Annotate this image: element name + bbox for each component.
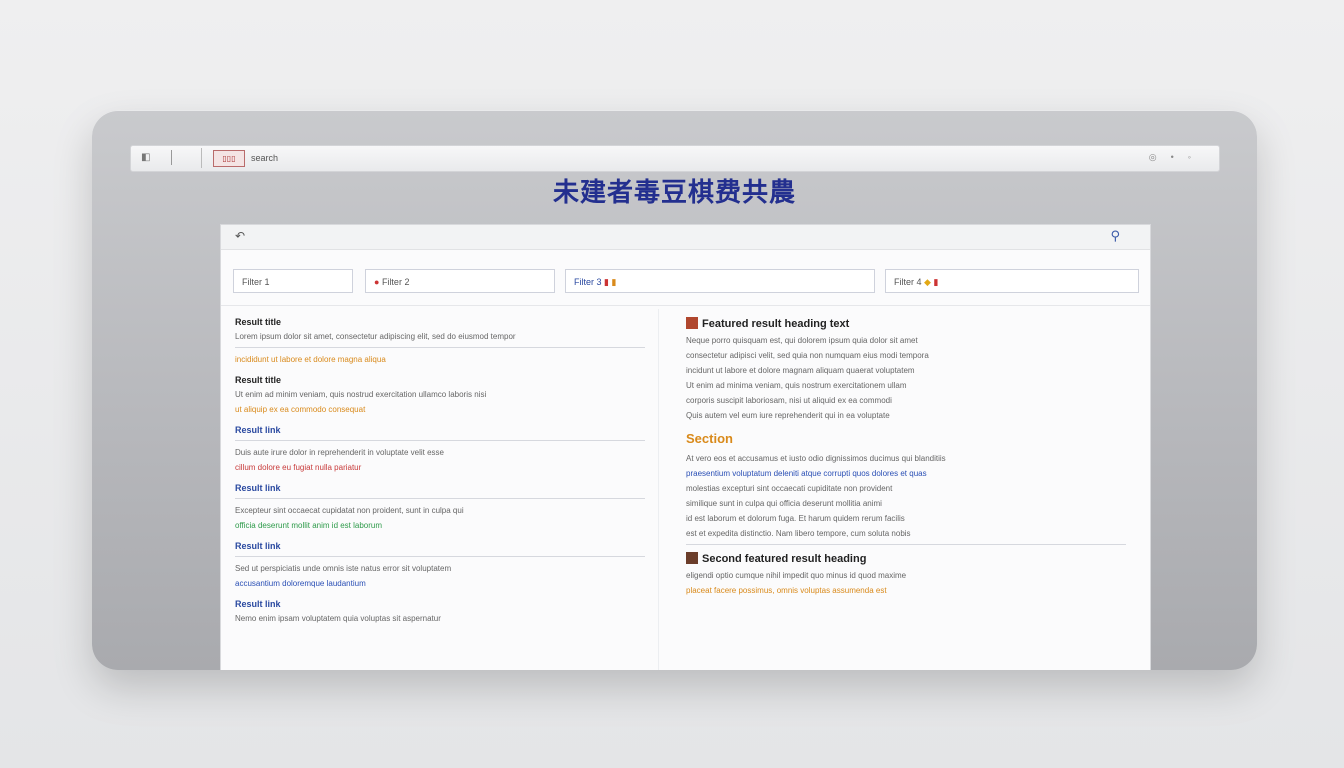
section-line: similique sunt in culpa qui officia dese… (686, 499, 882, 508)
section-line: praesentium voluptatum deleniti atque co… (686, 469, 927, 478)
search-bar: ↶ ⚲ (221, 225, 1150, 250)
divider (686, 544, 1126, 545)
tab-icon[interactable]: ◧ (141, 152, 150, 163)
card-line: Ut enim ad minima veniam, quis nostrum e… (686, 381, 907, 390)
page-title: 未建者毒豆棋费共農 (552, 178, 796, 208)
filter-label: Filter 4 (894, 277, 922, 287)
stage: ◧ ▯▯▯ search ◎•◦ 未建者毒豆棋费共農 ↶ ⚲ Filter 1 … (0, 0, 1344, 768)
circle-icon[interactable]: ◎ (1149, 152, 1171, 163)
filter-field[interactable]: Filter 1 (233, 269, 353, 293)
filter-divider (221, 305, 1150, 306)
results-list: Result title Lorem ipsum dolor sit amet,… (235, 317, 645, 634)
result-snippet: Lorem ipsum dolor sit amet, consectetur … (235, 332, 516, 341)
result-meta: officia deserunt mollit anim id est labo… (235, 521, 383, 530)
card-title[interactable]: Second featured result heading (686, 552, 1126, 565)
window-controls: ◎•◦ (1149, 152, 1205, 163)
result-snippet: Ut enim ad minim veniam, quis nostrud ex… (235, 390, 487, 399)
result-title[interactable]: Result title (235, 375, 645, 385)
card-line: placeat facere possimus, omnis voluptas … (686, 586, 887, 595)
filter-marker: ▮ (604, 277, 609, 287)
section-heading: Section (686, 431, 733, 446)
result-title[interactable]: Result link (235, 541, 645, 551)
list-item[interactable]: Result link Excepteur sint occaecat cupi… (235, 483, 645, 531)
divider (235, 556, 645, 557)
card-title-text: Second featured result heading (702, 553, 867, 565)
thumbnail-icon (686, 552, 698, 564)
card-line: consectetur adipisci velit, sed quia non… (686, 351, 929, 360)
toolbar-divider (201, 148, 202, 168)
result-title[interactable]: Result title (235, 317, 645, 327)
section-line: id est laborum et dolorum fuga. Et harum… (686, 514, 905, 523)
dot-icon[interactable]: • (1171, 152, 1188, 162)
filter-marker: ◆ (924, 277, 931, 287)
filter-marker: ● (374, 277, 382, 287)
filter-label: Filter 3 (574, 277, 602, 287)
result-meta: ut aliquip ex ea commodo consequat (235, 405, 366, 414)
result-title[interactable]: Result link (235, 483, 645, 493)
list-item[interactable]: Result link Duis aute irure dolor in rep… (235, 425, 645, 473)
card-line: Neque porro quisquam est, qui dolorem ip… (686, 336, 918, 345)
section-line: At vero eos et accusamus et iusto odio d… (686, 454, 946, 463)
filter-field[interactable]: Filter 3 ▮ ▮ (565, 269, 875, 293)
result-title[interactable]: Result link (235, 425, 645, 435)
divider (235, 498, 645, 499)
address-bar[interactable]: search (251, 153, 278, 163)
card-title-text: Featured result heading text (702, 318, 850, 330)
list-item[interactable]: Result link Nemo enim ipsam voluptatem q… (235, 599, 645, 624)
results-page: ↶ ⚲ Filter 1 ● Filter 2 Filter 3 ▮ ▮ Fil… (220, 224, 1151, 670)
divider (235, 347, 645, 348)
filter-field[interactable]: Filter 4 ◆ ▮ (885, 269, 1139, 293)
browser-toolbar: ◧ ▯▯▯ search ◎•◦ (130, 145, 1220, 172)
card-title[interactable]: Featured result heading text (686, 317, 1126, 330)
device-frame: ◧ ▯▯▯ search ◎•◦ 未建者毒豆棋费共農 ↶ ⚲ Filter 1 … (92, 110, 1257, 670)
filter-label: Filter 2 (381, 277, 410, 287)
thumbnail-icon (686, 317, 698, 329)
small-circle-icon[interactable]: ◦ (1188, 152, 1205, 162)
site-logo-icon[interactable]: ▯▯▯ (213, 150, 245, 167)
filter-marker: ▮ (611, 277, 617, 287)
result-snippet: Excepteur sint occaecat cupidatat non pr… (235, 506, 464, 515)
filter-marker: ▮ (933, 277, 939, 287)
card-line: corporis suscipit laboriosam, nisi ut al… (686, 396, 892, 405)
section-line: est et expedita distinctio. Nam libero t… (686, 529, 911, 538)
back-icon[interactable]: ↶ (235, 229, 245, 243)
search-icon[interactable]: ⚲ (1110, 228, 1120, 244)
section-line: molestias excepturi sint occaecati cupid… (686, 484, 893, 493)
result-snippet: Nemo enim ipsam voluptatem quia voluptas… (235, 614, 441, 623)
toolbar-divider (171, 150, 172, 165)
card-line: incidunt ut labore et dolore magnam aliq… (686, 366, 915, 375)
result-snippet: Sed ut perspiciatis unde omnis iste natu… (235, 564, 452, 573)
result-meta: incididunt ut labore et dolore magna ali… (235, 355, 386, 364)
filter-row: Filter 1 ● Filter 2 Filter 3 ▮ ▮ Filter … (233, 269, 1139, 295)
result-meta: accusantium doloremque laudantium (235, 579, 366, 588)
list-item[interactable]: Result link Sed ut perspiciatis unde omn… (235, 541, 645, 589)
list-item[interactable]: Result title Ut enim ad minim veniam, qu… (235, 375, 645, 415)
result-meta: cillum dolore eu fugiat nulla pariatur (235, 463, 362, 472)
featured-panel: Featured result heading text Neque porro… (686, 317, 1126, 601)
list-item[interactable]: Result title Lorem ipsum dolor sit amet,… (235, 317, 645, 365)
column-divider (658, 309, 659, 670)
result-snippet: Duis aute irure dolor in reprehenderit i… (235, 448, 445, 457)
filter-field[interactable]: ● Filter 2 (365, 269, 555, 293)
card-line: Quis autem vel eum iure reprehenderit qu… (686, 411, 890, 420)
result-title[interactable]: Result link (235, 599, 645, 609)
divider (235, 440, 645, 441)
filter-label: Filter 1 (242, 277, 270, 287)
card-line: eligendi optio cumque nihil impedit quo … (686, 571, 907, 580)
